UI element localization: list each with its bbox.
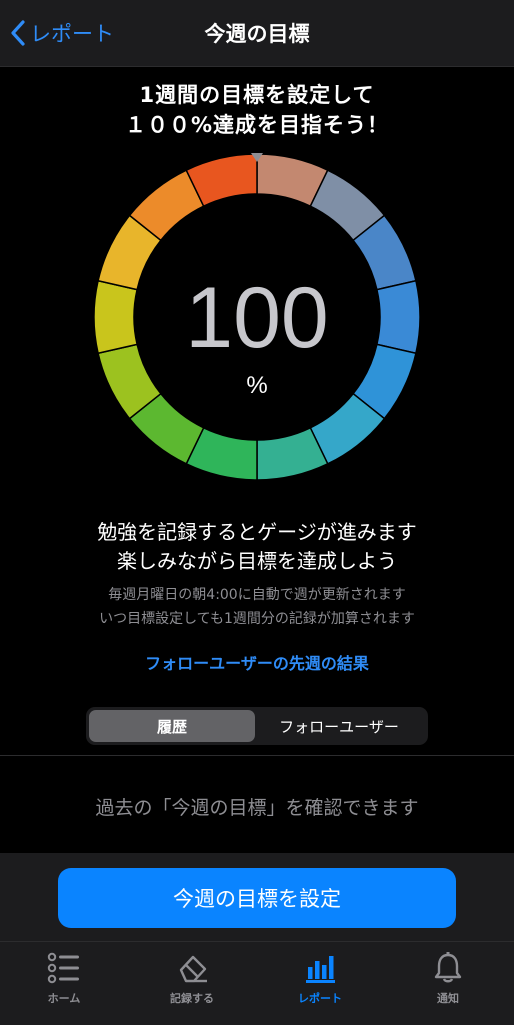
description-main: 勉強を記録するとゲージが進みます 楽しみながら目標を達成しよう [0,518,514,576]
description-note-2: いつ目標設定しても1週間分の記録が加算されます [99,611,415,627]
tab-notifications-label: 通知 [437,992,459,1005]
tab-notifications[interactable]: 通知 [384,952,512,1006]
description-line-2: 楽しみながら目標を達成しよう [117,549,397,573]
tab-record-label: 記録する [170,992,214,1005]
tab-record[interactable]: 記録する [128,952,256,1006]
gauge-unit: % [246,372,267,399]
description-note-1: 毎週月曜日の朝4:00に自動で週が更新されます [108,587,406,603]
page-title: 今週の目標 [204,22,310,46]
empty-history-message: 過去の「今週の目標」を確認できます [95,797,419,819]
headline: 1週間の目標を設定して １００%達成を目指そう！ [0,80,514,140]
gauge-segment [93,279,138,355]
bar-chart-icon [306,956,335,983]
gauge-value: 100 [185,270,329,366]
follow-users-last-week-link[interactable]: フォローユーザーの先週の結果 [0,650,514,674]
tab-report-label: レポート [298,992,342,1005]
tab-bar: ホーム 記録する レポート 通知 [0,941,514,1025]
set-weekly-goal-button[interactable]: 今週の目標を設定 [58,868,456,928]
segment-history[interactable]: 履歴 [89,710,255,742]
tab-home[interactable]: ホーム [0,952,128,1006]
description-line-1: 勉強を記録するとゲージが進みます [97,520,417,544]
tab-home-label: ホーム [47,992,81,1005]
bell-icon [434,952,462,983]
list-icon [47,952,79,984]
headline-line-2: １００%達成を目指そう！ [124,113,390,137]
gauge-segment [376,279,421,355]
progress-gauge: 100 % [93,153,421,481]
segmented-control: 履歴 フォローユーザー [86,707,428,745]
description-notes: 毎週月曜日の朝4:00に自動で週が更新されます いつ目標設定しても1週間分の記録… [0,583,514,631]
headline-line-1: 1週間の目標を設定して [139,83,375,107]
eraser-icon [179,955,207,983]
segment-follow-users[interactable]: フォローユーザー [256,710,422,742]
tab-report[interactable]: レポート [256,952,384,1006]
navigation-bar: レポート 今週の目標 [0,0,514,67]
divider [0,755,514,756]
